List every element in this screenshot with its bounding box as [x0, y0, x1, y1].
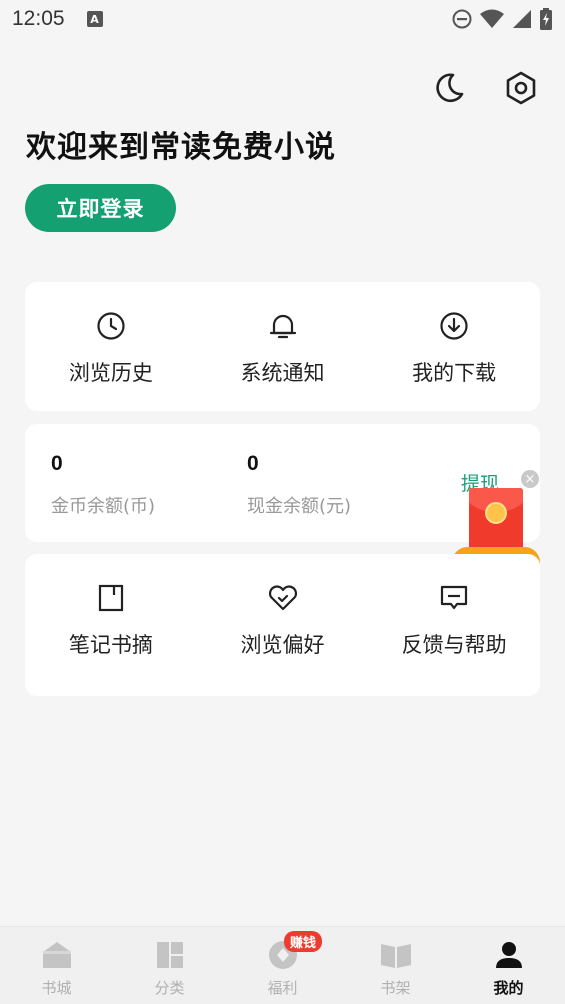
preferences-label: 浏览偏好 — [240, 633, 325, 657]
nav-label-mine: 我的 — [493, 979, 524, 997]
do-not-disturb-icon — [451, 8, 473, 30]
app-notification-icon: A — [86, 11, 103, 27]
gold-balance-value: 0 — [51, 452, 63, 475]
nav-item-category[interactable]: 分类 — [113, 927, 226, 1004]
history-button[interactable]: 浏览历史 — [25, 282, 197, 411]
clock-icon — [95, 310, 127, 342]
gold-balance-label: 金币余额(币) — [51, 496, 156, 517]
wifi-icon — [479, 8, 505, 30]
close-icon[interactable]: × — [521, 470, 539, 488]
nav-item-bookshelf[interactable]: 书架 — [339, 927, 452, 1004]
downloads-button[interactable]: 我的下载 — [368, 282, 540, 411]
downloads-label: 我的下载 — [412, 361, 497, 385]
login-button[interactable]: 立即登录 — [25, 184, 176, 232]
status-bar: 12:05 A — [0, 0, 565, 38]
cash-balance-value: 0 — [247, 452, 259, 475]
nav-label-category: 分类 — [154, 979, 185, 997]
profile-icon — [492, 939, 526, 971]
nav-item-welfare[interactable]: 赚钱 福利 — [226, 927, 339, 1004]
moon-icon[interactable] — [431, 68, 467, 108]
red-packet-icon[interactable] — [469, 488, 523, 552]
nav-item-bookstore[interactable]: 书城 — [0, 927, 113, 1004]
signal-icon — [511, 8, 533, 30]
nav-label-bookstore: 书城 — [41, 979, 72, 997]
cash-balance[interactable]: 0 现金余额(元) — [247, 452, 351, 518]
heart-check-icon — [267, 582, 299, 614]
status-time: 12:05 — [12, 7, 65, 30]
download-icon — [438, 310, 470, 342]
quick-actions-card: 浏览历史 系统通知 我的下载 — [25, 282, 540, 411]
nav-item-mine[interactable]: 我的 — [452, 927, 565, 1004]
cash-balance-label: 现金余额(元) — [247, 496, 352, 517]
home-icon — [40, 939, 74, 971]
bookshelf-icon — [379, 939, 413, 971]
nav-label-bookshelf: 书架 — [380, 979, 411, 997]
earn-badge: 赚钱 — [284, 931, 323, 952]
feedback-label: 反馈与帮助 — [401, 633, 507, 657]
gold-balance[interactable]: 0 金币余额(币) — [51, 452, 155, 518]
page-title: 欢迎来到常读免费小说 — [26, 130, 336, 165]
preferences-button[interactable]: 浏览偏好 — [197, 554, 369, 696]
bookmark-note-icon — [95, 582, 127, 614]
category-icon — [153, 939, 187, 971]
bottom-nav: 书城 分类 赚钱 福利 书架 我的 — [0, 926, 565, 1004]
history-label: 浏览历史 — [68, 361, 153, 385]
battery-icon — [539, 7, 553, 31]
bell-icon — [267, 310, 299, 342]
tools-card: 笔记书摘 浏览偏好 反馈与帮助 — [25, 554, 540, 696]
settings-hexagon-icon[interactable] — [503, 68, 539, 108]
header-actions — [431, 68, 539, 108]
notes-button[interactable]: 笔记书摘 — [25, 554, 197, 696]
notifications-label: 系统通知 — [240, 361, 325, 385]
notifications-button[interactable]: 系统通知 — [197, 282, 369, 411]
feedback-button[interactable]: 反馈与帮助 — [368, 554, 540, 696]
notes-label: 笔记书摘 — [68, 633, 153, 657]
nav-label-welfare: 福利 — [267, 979, 298, 997]
feedback-chat-icon — [438, 582, 470, 614]
